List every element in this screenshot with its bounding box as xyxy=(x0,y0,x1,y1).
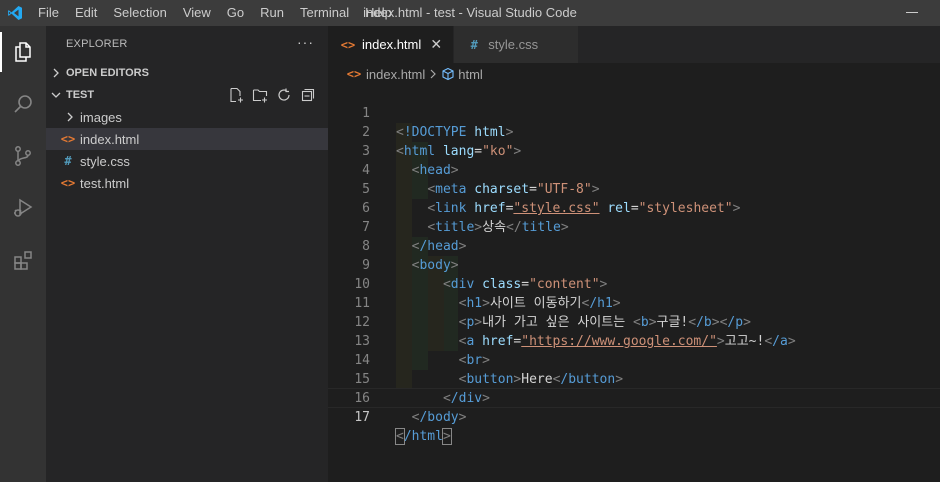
html-file-icon: <> xyxy=(346,67,362,81)
tab-index-html[interactable]: <> index.html ✕ xyxy=(328,26,455,63)
tree-item-label: test.html xyxy=(80,175,130,191)
tree-item-test-html[interactable]: <> test.html xyxy=(46,172,328,194)
code-line: 2 <html lang="ko"> xyxy=(328,104,940,159)
line-number: 17 xyxy=(354,410,370,425)
folder-actions xyxy=(228,87,316,106)
code-line: 9 <div class="content"> xyxy=(328,237,940,292)
editor-tabs: <> index.html ✕ # style.css xyxy=(328,26,940,63)
bracket-match: > xyxy=(441,428,452,445)
chevron-down-icon xyxy=(46,90,66,100)
folder-label: TEST xyxy=(66,89,95,101)
new-folder-icon[interactable] xyxy=(252,87,268,106)
css-file-icon: # xyxy=(470,37,478,52)
open-editors-label: OPEN EDITORS xyxy=(66,67,149,79)
close-icon[interactable]: ✕ xyxy=(429,36,443,53)
extensions-icon[interactable] xyxy=(0,234,46,286)
run-debug-icon[interactable] xyxy=(0,182,46,234)
tree-item-label: images xyxy=(80,109,122,125)
code-line: 12 <a href="https://www.google.com/">고고~… xyxy=(328,294,940,349)
tab-style-css[interactable]: # style.css xyxy=(454,26,580,63)
explorer-title: EXPLORER xyxy=(66,38,128,50)
html-file-icon: <> xyxy=(60,176,76,190)
explorer-sidebar: EXPLORER ··· OPEN EDITORS TEST images <>… xyxy=(46,26,328,482)
code-line: 11 <p>내가 가고 싶은 사이트는 <b>구글!</b></p> xyxy=(328,275,940,330)
tree-item-label: index.html xyxy=(80,131,140,147)
new-file-icon[interactable] xyxy=(228,87,244,106)
menu-go[interactable]: Go xyxy=(219,0,252,26)
tree-item-images[interactable]: images xyxy=(46,106,328,128)
code-line: 1 <!DOCTYPE html> xyxy=(328,85,940,140)
code-line-current: 17 </html> xyxy=(328,388,940,445)
html-file-icon: <> xyxy=(60,132,76,146)
more-actions-icon[interactable]: ··· xyxy=(297,34,314,50)
menu-terminal[interactable]: Terminal xyxy=(292,0,357,26)
code-line: 14 <button>Here</button> xyxy=(328,332,940,387)
code-token: /html xyxy=(403,429,443,444)
code-line: 6 <title>상속</title> xyxy=(328,180,940,235)
menu-bar: File Edit Selection View Go Run Terminal… xyxy=(30,0,400,26)
code-content: </html> xyxy=(395,427,452,446)
search-icon[interactable] xyxy=(0,78,46,130)
explorer-header: EXPLORER ··· xyxy=(46,26,328,62)
tab-label: style.css xyxy=(488,37,539,52)
collapse-all-icon[interactable] xyxy=(300,87,316,106)
code-line: 13 <br> xyxy=(328,313,940,368)
code-line: 4 <meta charset="UTF-8"> xyxy=(328,142,940,197)
activity-bar xyxy=(0,26,46,482)
css-file-icon: # xyxy=(64,154,72,168)
tab-label: index.html xyxy=(362,37,422,52)
code-token: /body xyxy=(419,410,459,425)
bracket-match: < xyxy=(395,428,405,445)
code-line: 7 </head> xyxy=(328,199,940,254)
code-line: 10 <h1>사이트 이동하기</h1> xyxy=(328,256,940,311)
menu-edit[interactable]: Edit xyxy=(67,0,105,26)
code-line: 5 <link href="style.css" rel="stylesheet… xyxy=(328,161,940,216)
menu-view[interactable]: View xyxy=(175,0,219,26)
code-content: </body> xyxy=(411,410,467,425)
chevron-right-icon xyxy=(429,67,437,82)
code-line: 8 <body> xyxy=(328,218,940,273)
minimize-button[interactable] xyxy=(906,12,918,13)
menu-run[interactable]: Run xyxy=(252,0,292,26)
tree-item-label: style.css xyxy=(80,153,130,169)
breadcrumb: <> index.html html xyxy=(328,63,940,85)
title-bar: File Edit Selection View Go Run Terminal… xyxy=(0,0,940,26)
menu-file[interactable]: File xyxy=(30,0,67,26)
code-line: 3 <head> xyxy=(328,123,940,178)
tree-item-index-html[interactable]: <> index.html xyxy=(46,128,328,150)
code-line: 16 </body> xyxy=(328,370,940,425)
chevron-right-icon xyxy=(60,112,80,122)
tree-item-style-css[interactable]: # style.css xyxy=(46,150,328,172)
refresh-icon[interactable] xyxy=(276,87,292,106)
vscode-logo-icon xyxy=(0,0,30,26)
symbol-cube-icon xyxy=(441,67,455,81)
explorer-icon[interactable] xyxy=(0,26,46,78)
chevron-right-icon xyxy=(46,68,66,78)
source-control-icon[interactable] xyxy=(0,130,46,182)
folder-section-test[interactable]: TEST xyxy=(46,84,328,106)
breadcrumb-file[interactable]: index.html xyxy=(366,67,425,82)
open-editors-section[interactable]: OPEN EDITORS xyxy=(46,62,328,84)
code-editor[interactable]: 1 <!DOCTYPE html> 2 <html lang="ko"> 3 <… xyxy=(328,85,940,482)
menu-help[interactable]: Help xyxy=(357,0,400,26)
html-file-icon: <> xyxy=(340,37,356,52)
menu-selection[interactable]: Selection xyxy=(105,0,174,26)
code-line: 15 </div> xyxy=(328,351,940,406)
breadcrumb-symbol[interactable]: html xyxy=(458,67,483,82)
